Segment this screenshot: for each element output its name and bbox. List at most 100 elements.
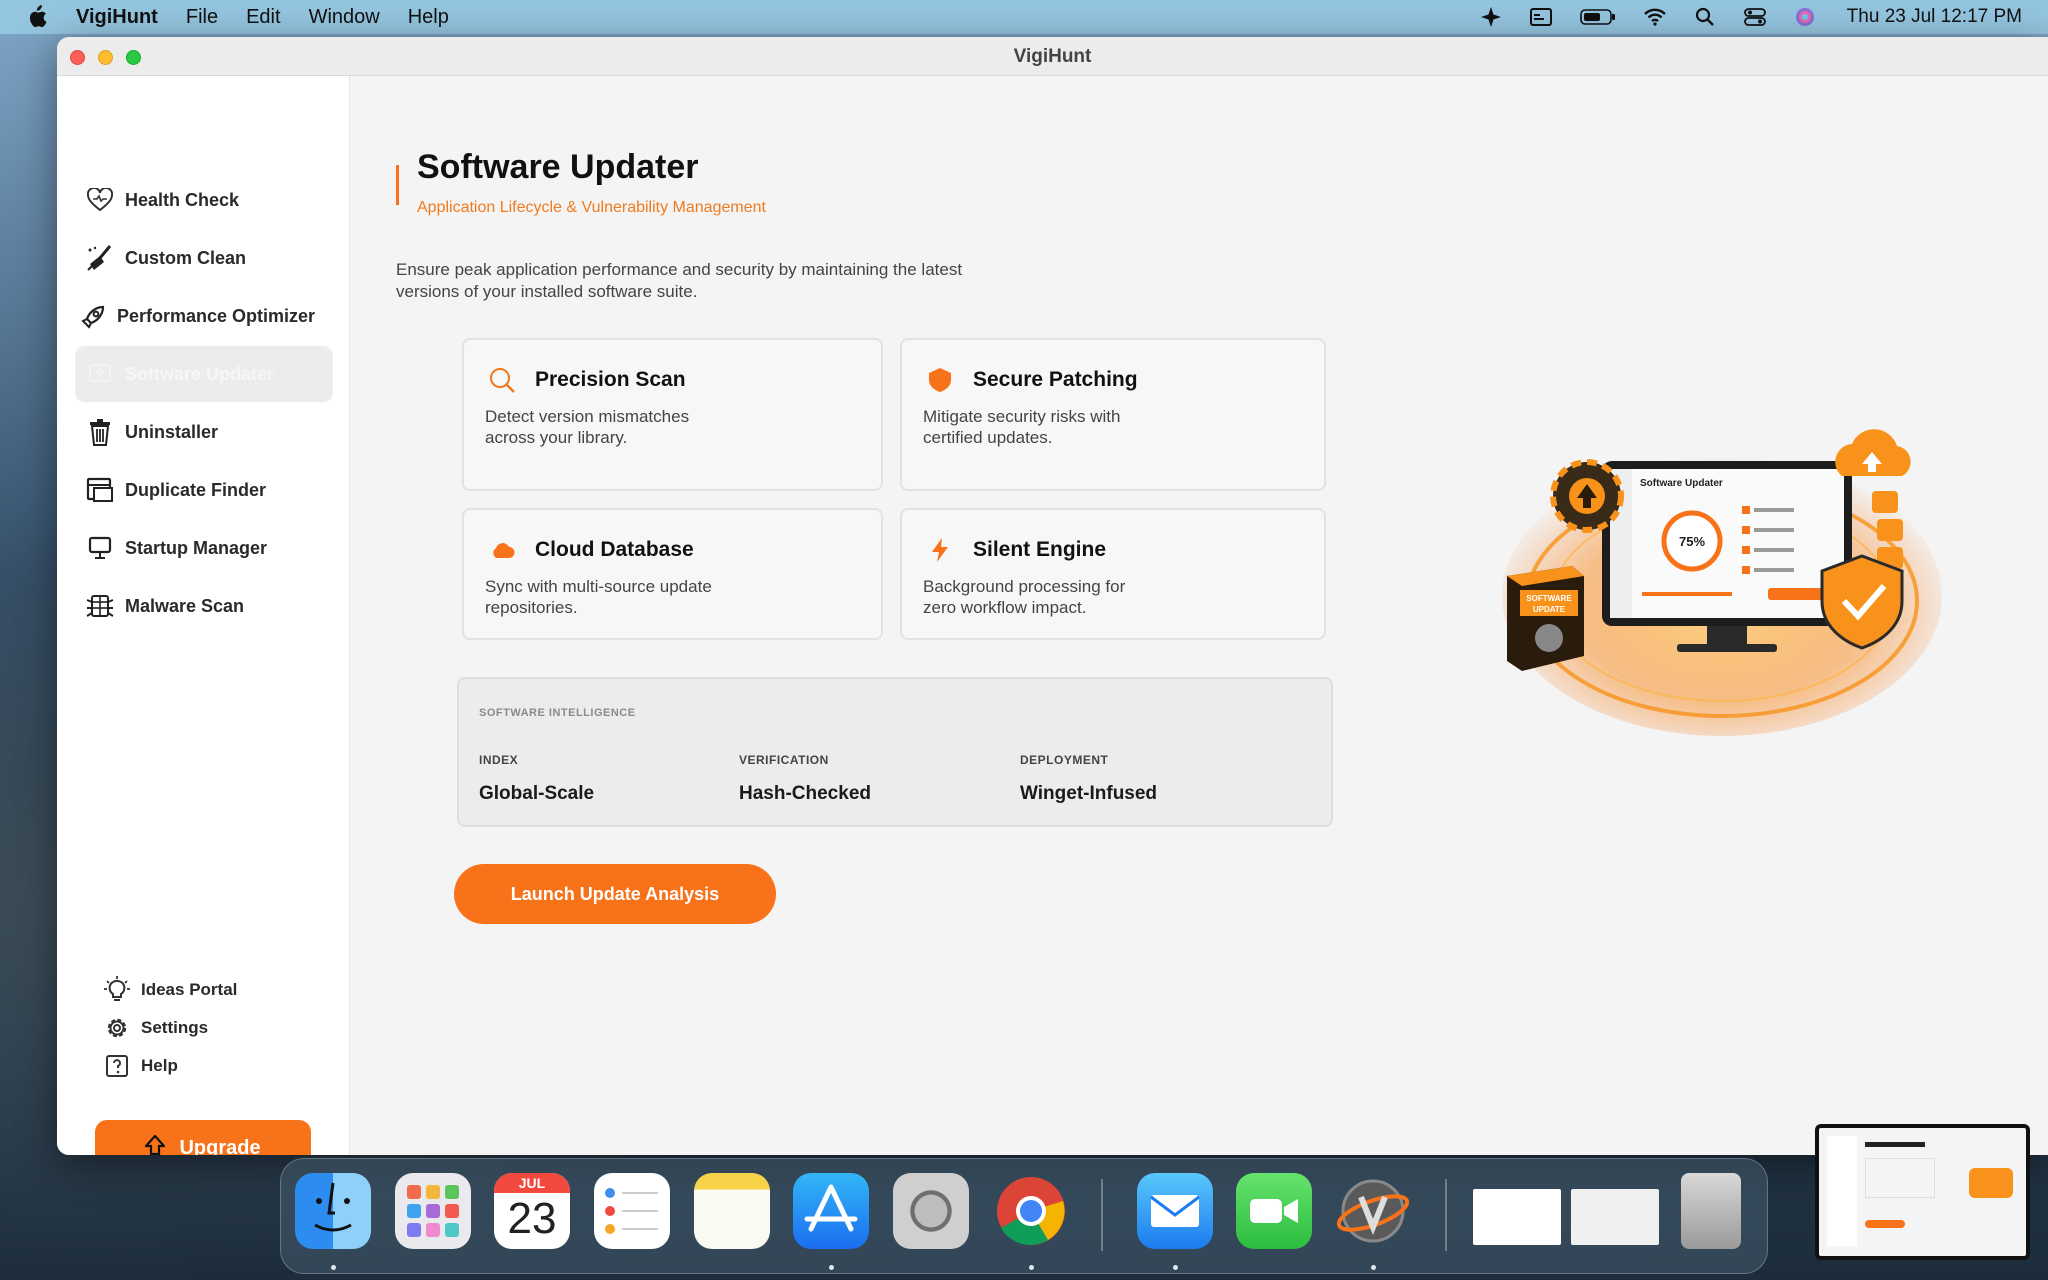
sidebar-item-label: Settings [141, 1018, 209, 1037]
card-title: Cloud Database [535, 538, 694, 561]
chrome-icon[interactable] [993, 1173, 1069, 1249]
card-description: Detect version mismatches across your li… [485, 407, 690, 447]
feature-card-cloud-database: Cloud Database Sync with multi-source up… [462, 508, 883, 640]
running-indicator-dot [1029, 1265, 1034, 1270]
software-update-illustration: Software Updater 75% SOFTWARE UPDATE [1492, 416, 1952, 756]
app-window: VigiHunt Health Check Custom Clean Perfo… [57, 37, 2048, 1155]
sidebar: Health Check Custom Clean Performance Op… [57, 76, 350, 1155]
menu-window[interactable]: Window [309, 6, 380, 29]
feature-card-secure-patching: Secure Patching Mitigate security risks … [900, 338, 1326, 491]
sidebar-item-custom-clean[interactable]: Custom Clean [75, 230, 333, 286]
screenshot-preview-thumbnail[interactable] [1815, 1124, 2030, 1260]
calendar-widget-icon[interactable] [1529, 6, 1553, 28]
control-center-icon[interactable] [1743, 6, 1767, 28]
card-description: Background processing for zero workflow … [923, 577, 1126, 617]
menu-bar: VigiHunt File Edit Window Help Thu 23 Ju… [0, 0, 2048, 34]
main-content: Software Updater Application Lifecycle &… [350, 76, 2048, 1155]
menu-extras: Thu 23 Jul 12:17 PM [1479, 0, 2022, 34]
menu-file[interactable]: File [186, 6, 218, 29]
trash-icon [85, 417, 115, 447]
calendar-icon[interactable]: JUL 23 [494, 1173, 570, 1249]
notes-icon[interactable] [694, 1173, 770, 1249]
finder-icon[interactable] [295, 1173, 371, 1249]
broom-icon [85, 243, 115, 273]
sidebar-item-duplicate-finder[interactable]: Duplicate Finder [75, 462, 333, 518]
apple-icon[interactable] [26, 4, 48, 30]
sidebar-item-startup-manager[interactable]: Startup Manager [75, 520, 333, 576]
launchpad-icon[interactable] [395, 1173, 471, 1249]
wifi-icon[interactable] [1643, 6, 1667, 28]
window-title: VigiHunt [1013, 46, 1092, 67]
title-accent-bar [396, 165, 399, 205]
sidebar-item-label: Startup Manager [125, 537, 268, 558]
facetime-icon[interactable] [1236, 1173, 1312, 1249]
calendar-month: JUL [494, 1173, 570, 1193]
sidebar-item-label: Performance Optimizer [117, 305, 316, 326]
minimized-chrome-window-2[interactable] [1571, 1189, 1659, 1245]
trash-icon[interactable] [1681, 1173, 1741, 1249]
mail-icon[interactable] [1137, 1173, 1213, 1249]
feature-card-silent-engine: Silent Engine Background processing for … [900, 508, 1326, 640]
intel-value: Winget-Infused [1020, 783, 1158, 804]
gear-icon [103, 1014, 131, 1042]
zoom-button[interactable] [126, 50, 141, 65]
hero-percent: 75% [1679, 534, 1705, 549]
sidebar-item-software-updater[interactable]: Software Updater [75, 346, 333, 402]
preview-illustration [1969, 1168, 2013, 1198]
duplicate-icon [85, 475, 115, 505]
intel-label: VERIFICATION [739, 753, 829, 767]
calendar-day: 23 [507, 1194, 557, 1243]
preview-button [1865, 1220, 1905, 1228]
sidebar-item-uninstaller[interactable]: Uninstaller [75, 404, 333, 460]
minimized-chrome-window-1[interactable] [1473, 1189, 1561, 1245]
system-settings-icon[interactable] [893, 1173, 969, 1249]
reminders-icon[interactable] [594, 1173, 670, 1249]
upgrade-label: Upgrade [179, 1136, 261, 1156]
running-indicator-dot [331, 1265, 336, 1270]
vigihunt-icon[interactable] [1335, 1173, 1411, 1249]
intel-column-verification: VERIFICATION Hash-Checked [739, 753, 871, 805]
running-indicator-dot [1371, 1265, 1376, 1270]
menu-edit[interactable]: Edit [246, 6, 280, 29]
battery-icon[interactable] [1579, 6, 1617, 28]
sidebar-item-malware-scan[interactable]: Malware Scan [75, 578, 333, 634]
close-button[interactable] [70, 50, 85, 65]
hero-box-label-line1: SOFTWARE [1526, 594, 1572, 603]
card-description: Mitigate security risks with certified u… [923, 407, 1121, 447]
dock: JUL 23 [280, 1158, 1768, 1274]
shield-icon [926, 366, 954, 394]
minimize-button[interactable] [98, 50, 113, 65]
app-store-icon[interactable] [793, 1173, 869, 1249]
page-description: Ensure peak application performance and … [396, 260, 963, 301]
preview-title-bar [1865, 1142, 1925, 1147]
card-title: Secure Patching [973, 368, 1138, 391]
sidebar-item-settings[interactable]: Settings [103, 1014, 208, 1042]
preview-cards [1865, 1158, 1935, 1198]
card-description: Sync with multi-source update repositori… [485, 577, 712, 617]
cloud-icon [488, 536, 516, 564]
magnifier-icon [488, 366, 516, 394]
bolt-icon [926, 536, 954, 564]
sidebar-item-label: Ideas Portal [141, 980, 238, 999]
sidebar-item-ideas-portal[interactable]: Ideas Portal [103, 976, 237, 1004]
updater-icon [85, 359, 115, 389]
lightbulb-icon [103, 976, 131, 1004]
menu-clock[interactable]: Thu 23 Jul 12:17 PM [1847, 6, 2022, 28]
intel-value: Hash-Checked [739, 783, 871, 804]
sidebar-item-performance-optimizer[interactable]: Performance Optimizer [75, 288, 333, 344]
page-title: Software Updater [417, 148, 699, 186]
intel-heading: SOFTWARE INTELLIGENCE [479, 707, 636, 719]
intel-column-index: INDEX Global-Scale [479, 753, 594, 805]
upgrade-button[interactable]: Upgrade [95, 1120, 311, 1155]
sidebar-item-help[interactable]: Help [103, 1052, 178, 1080]
card-title: Silent Engine [973, 538, 1107, 561]
sidebar-item-health-check[interactable]: Health Check [75, 172, 333, 228]
menu-help[interactable]: Help [408, 6, 449, 29]
monitor-icon [85, 533, 115, 563]
dock-separator [1445, 1179, 1447, 1251]
menu-app-name[interactable]: VigiHunt [76, 6, 158, 29]
sparkle-icon[interactable] [1479, 6, 1503, 28]
spotlight-search-icon[interactable] [1693, 6, 1717, 28]
siri-icon[interactable] [1793, 6, 1817, 28]
launch-update-analysis-button[interactable]: Launch Update Analysis [454, 864, 776, 924]
